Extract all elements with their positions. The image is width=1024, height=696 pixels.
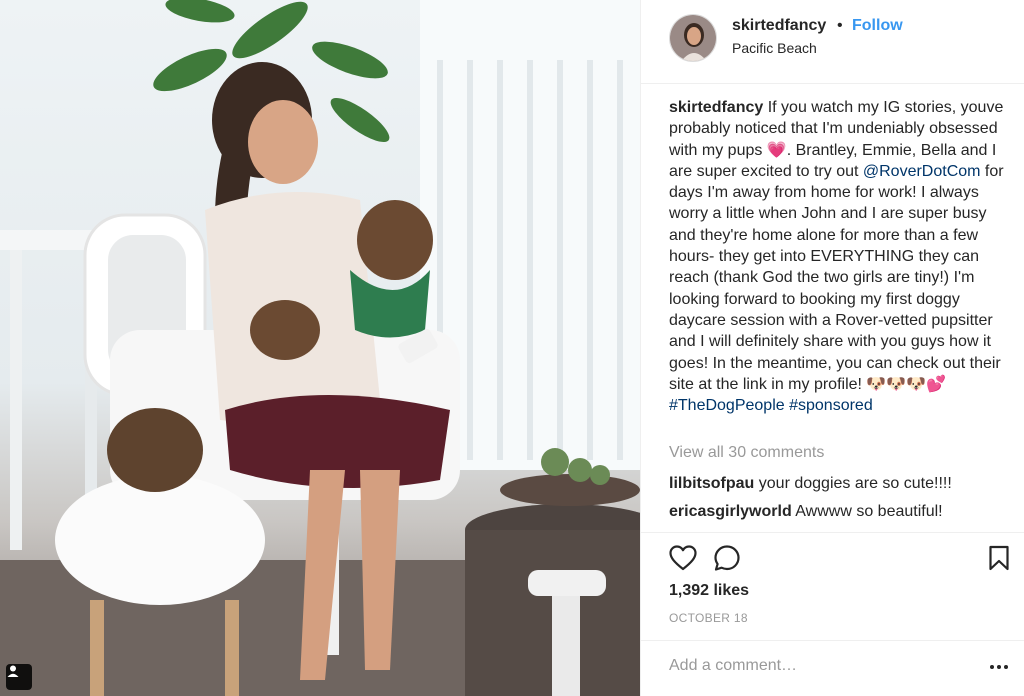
- post-photo[interactable]: [0, 0, 640, 696]
- comment-text: Awwww so beautiful!: [791, 503, 943, 520]
- avatar[interactable]: [669, 14, 717, 62]
- comment-username[interactable]: lilbitsofpau: [669, 475, 754, 492]
- caption-emoji: 🐶🐶🐶💕: [866, 375, 947, 393]
- post-caption: skirtedfancy If you watch my IG stories,…: [669, 97, 1015, 416]
- hashtag-link-1[interactable]: #TheDogPeople: [669, 397, 785, 414]
- dot: [997, 665, 1001, 669]
- mention-link[interactable]: @RoverDotCom: [863, 163, 981, 180]
- actions-divider: [641, 532, 1024, 533]
- dot: [990, 665, 994, 669]
- comment-username[interactable]: ericasgirlyworld: [669, 503, 792, 520]
- more-options-icon[interactable]: [987, 655, 1011, 679]
- hashtag-link-2[interactable]: #sponsored: [789, 397, 873, 414]
- view-all-comments-link[interactable]: View all 30 comments: [669, 444, 824, 462]
- dot: [1004, 665, 1008, 669]
- location-link[interactable]: Pacific Beach: [732, 40, 817, 56]
- likes-count[interactable]: 1,392 likes: [669, 582, 749, 600]
- add-comment-input[interactable]: [669, 657, 969, 675]
- add-comment-bar: [641, 640, 1024, 696]
- comment-item: lilbitsofpau your doggies are so cute!!!…: [669, 475, 952, 493]
- caption-text-2: for days I'm away from home for work! I …: [669, 162, 1004, 393]
- post-details-panel: skirtedfancy • Follow Pacific Beach skir…: [640, 0, 1024, 696]
- caption-username[interactable]: skirtedfancy: [669, 99, 763, 116]
- instagram-post: skirtedfancy • Follow Pacific Beach skir…: [0, 0, 1024, 696]
- follow-button[interactable]: Follow: [852, 17, 903, 35]
- comment-bubble-icon[interactable]: [712, 543, 742, 573]
- comment-item: ericasgirlyworld Awwww so beautiful!: [669, 503, 943, 521]
- photo-illustration: [0, 0, 640, 696]
- header-separator: •: [837, 17, 843, 34]
- comment-text: your doggies are so cute!!!!: [754, 475, 952, 492]
- post-header: skirtedfancy • Follow Pacific Beach: [641, 0, 1024, 84]
- header-username[interactable]: skirtedfancy: [732, 17, 826, 35]
- tagged-person-icon[interactable]: [6, 664, 32, 690]
- post-date: OCTOBER 18: [669, 611, 748, 625]
- heart-icon[interactable]: [668, 543, 698, 573]
- bookmark-icon[interactable]: [984, 543, 1014, 573]
